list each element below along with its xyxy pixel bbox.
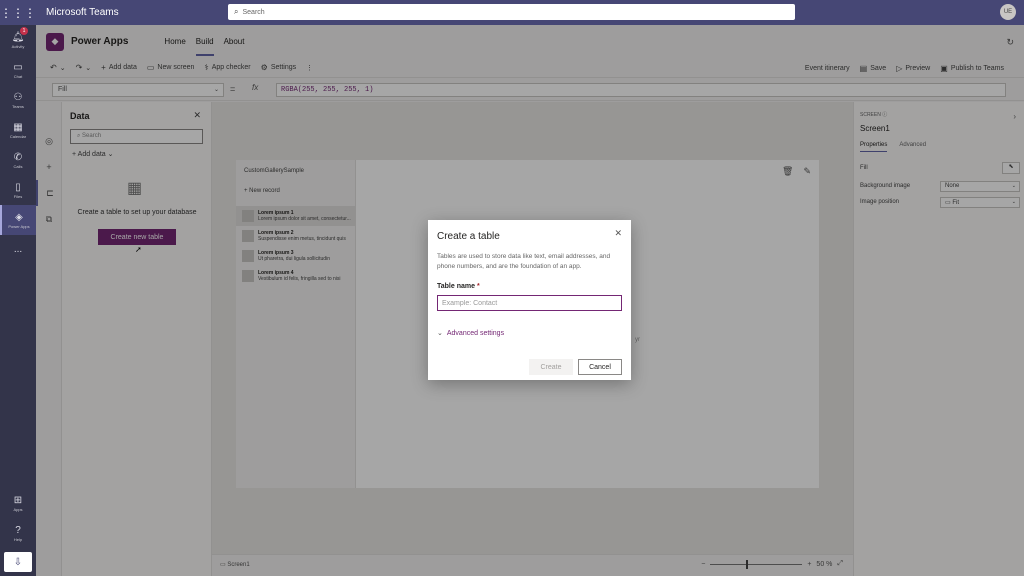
rail-item-calendar[interactable]: ▦ Calendar xyxy=(0,115,36,145)
apps-icon: ⊞ xyxy=(13,494,23,506)
rail-item-help[interactable]: ? Help xyxy=(0,518,36,548)
rail-item-activity[interactable]: 🔔︎ Activity 1 xyxy=(0,25,36,55)
rail-item-apps[interactable]: ⊞ Apps xyxy=(0,488,36,518)
close-icon[interactable]: ✕ xyxy=(614,228,622,239)
chat-icon: ▭ xyxy=(13,61,23,73)
rail-bottom: ⊞ Apps ? Help ⇩ xyxy=(0,488,36,576)
required-marker: * xyxy=(476,283,480,290)
teams-title: Microsoft Teams xyxy=(46,7,119,18)
rail-item-power-apps[interactable]: ◈ Power Apps xyxy=(0,205,36,235)
search-icon: ⌕ xyxy=(234,7,239,16)
more-apps-button[interactable]: ... xyxy=(0,235,36,265)
dialog-title: Create a table xyxy=(437,231,500,242)
app-launcher-icon[interactable]: ⋮⋮⋮ xyxy=(0,6,36,20)
rail-label: Teams xyxy=(12,103,24,109)
table-name-input[interactable] xyxy=(437,295,622,311)
rail-item-chat[interactable]: ▭ Chat xyxy=(0,55,36,85)
teams-icon: ⚇ xyxy=(13,91,23,103)
rail-item-teams[interactable]: ⚇ Teams xyxy=(0,85,36,115)
rail-label: Apps xyxy=(13,506,23,512)
search-placeholder: Search xyxy=(242,8,265,16)
notification-badge: 1 xyxy=(20,27,28,35)
store-icon[interactable]: ⇩ xyxy=(4,552,32,572)
table-name-label: Table name * xyxy=(437,283,480,290)
advanced-settings-toggle[interactable]: ⌄ Advanced settings xyxy=(437,329,505,338)
avatar[interactable]: UE xyxy=(1000,4,1016,20)
rail-item-files[interactable]: ▯ Files xyxy=(0,175,36,205)
phone-icon: ✆ xyxy=(13,151,23,163)
chevron-down-icon: ⌄ xyxy=(437,330,443,337)
calendar-icon: ▦ xyxy=(13,121,23,133)
teams-title-bar: ⋮⋮⋮ Microsoft Teams ⌕ Search UE xyxy=(0,0,1024,25)
more-icon: ... xyxy=(13,244,23,255)
file-icon: ▯ xyxy=(15,181,21,193)
help-icon: ? xyxy=(15,524,21,536)
rail-label: Files xyxy=(13,193,23,199)
rail-label: Chat xyxy=(13,73,23,79)
create-button[interactable]: Create xyxy=(529,359,573,375)
teams-search-input[interactable]: ⌕ Search xyxy=(228,4,795,20)
dialog-description: Tables are used to store data like text,… xyxy=(437,253,611,270)
rail-label: Power Apps xyxy=(8,223,30,229)
advanced-settings-label: Advanced settings xyxy=(446,329,505,337)
rail-item-calls[interactable]: ✆ Calls xyxy=(0,145,36,175)
cancel-button[interactable]: Cancel xyxy=(578,359,622,375)
rail-label: Calls xyxy=(13,163,23,169)
power-apps-icon: ◈ xyxy=(15,211,23,223)
rail-label: Calendar xyxy=(9,133,27,139)
teams-left-rail: 🔔︎ Activity 1 ▭ Chat ⚇ Teams ▦ Calendar … xyxy=(0,25,36,576)
rail-label: Activity xyxy=(11,43,25,49)
create-table-dialog: Create a table ✕ Tables are used to stor… xyxy=(428,220,631,380)
rail-label: Help xyxy=(13,536,23,542)
